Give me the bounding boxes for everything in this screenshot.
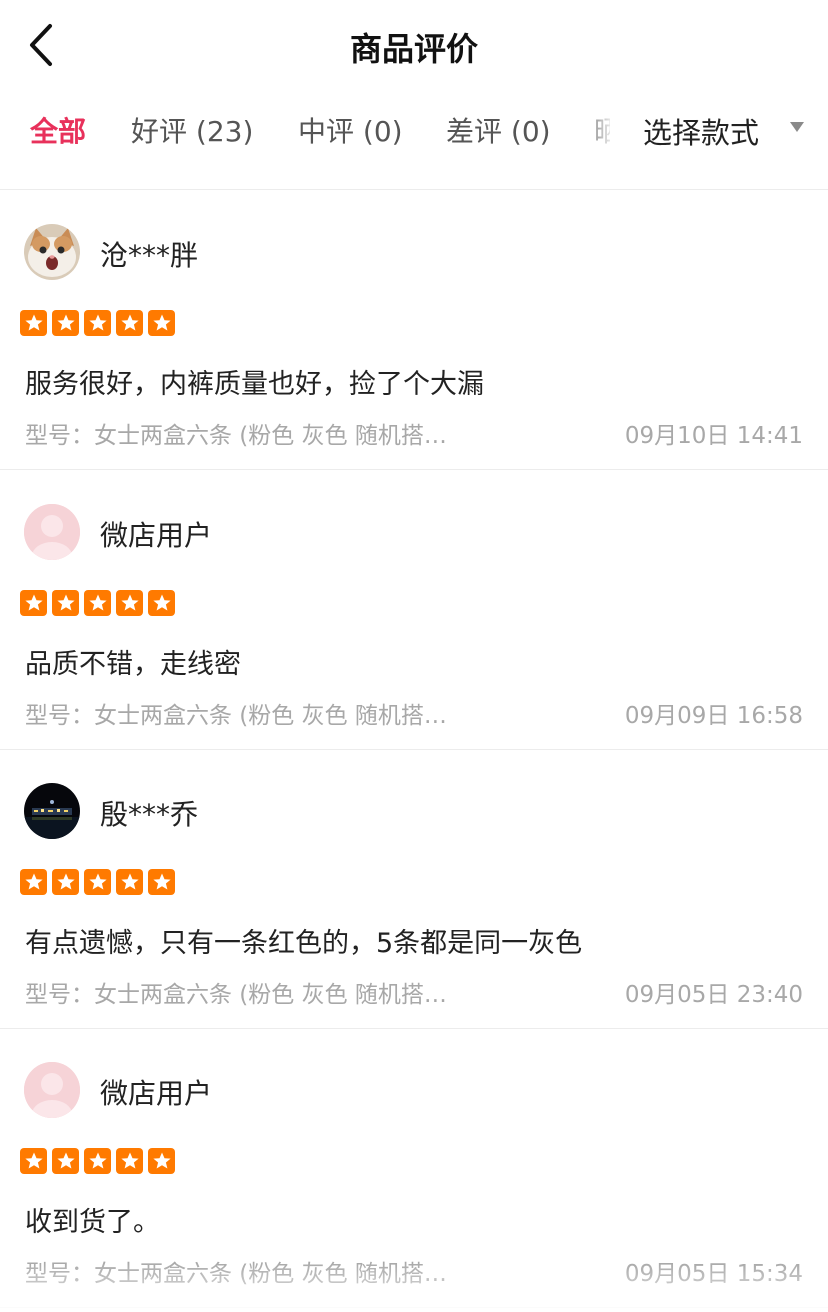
caret-down-icon xyxy=(790,122,804,132)
star-icon xyxy=(20,310,47,336)
star-icon xyxy=(116,310,143,336)
product-spec: 型号：女士两盒六条 (粉色 灰色 随机搭… xyxy=(25,423,447,449)
star-rating xyxy=(20,590,175,616)
review-time: 09月09日 16:58 xyxy=(624,703,803,729)
review-filter-tabs: 全部 好评 (23) 中评 (0) 差评 (0) 晒 选择款式 xyxy=(0,90,828,190)
review-time: 09月05日 15:34 xyxy=(624,1261,803,1287)
star-icon xyxy=(52,869,79,895)
star-icon xyxy=(84,1148,111,1174)
star-icon xyxy=(148,869,175,895)
user-name: 沧***胖 xyxy=(100,239,199,272)
style-select-dropdown[interactable]: 选择款式 xyxy=(610,90,828,189)
review-text: 收到货了。 xyxy=(25,1207,160,1238)
review-text: 有点遗憾，只有一条红色的，5条都是同一灰色 xyxy=(25,928,583,959)
review-item: 微店用户 品质不错，走线密 型号：女士两盒六条 (粉色 灰色 随机搭… 09月0… xyxy=(0,470,828,750)
star-rating xyxy=(20,1148,175,1174)
review-time: 09月10日 14:41 xyxy=(624,423,803,449)
tab-negative[interactable]: 差评 (0) xyxy=(446,110,551,150)
star-rating xyxy=(20,310,175,336)
star-icon xyxy=(84,310,111,336)
star-icon xyxy=(84,590,111,616)
star-rating xyxy=(20,869,175,895)
review-item: 沧***胖 服务很好，内裤质量也好，捡了个大漏 型号：女士两盒六条 (粉色 灰色… xyxy=(0,190,828,470)
star-icon xyxy=(116,1148,143,1174)
star-icon xyxy=(52,590,79,616)
star-icon xyxy=(20,1148,47,1174)
tab-neutral[interactable]: 中评 (0) xyxy=(298,110,403,150)
cat-avatar[interactable] xyxy=(24,224,80,280)
product-spec: 型号：女士两盒六条 (粉色 灰色 随机搭… xyxy=(25,982,447,1008)
product-spec: 型号：女士两盒六条 (粉色 灰色 随机搭… xyxy=(25,703,447,729)
star-icon xyxy=(52,310,79,336)
star-icon xyxy=(116,869,143,895)
star-icon xyxy=(84,869,111,895)
night-city-avatar[interactable] xyxy=(24,783,80,839)
star-icon xyxy=(52,1148,79,1174)
product-spec: 型号：女士两盒六条 (粉色 灰色 随机搭… xyxy=(25,1261,447,1287)
star-icon xyxy=(116,590,143,616)
star-icon xyxy=(20,869,47,895)
review-item: 殷***乔 有点遗憾，只有一条红色的，5条都是同一灰色 型号：女士两盒六条 (粉… xyxy=(0,749,828,1029)
star-icon xyxy=(20,590,47,616)
review-item: 微店用户 收到货了。 型号：女士两盒六条 (粉色 灰色 随机搭… 09月05日 … xyxy=(0,1028,828,1308)
tab-positive[interactable]: 好评 (23) xyxy=(131,110,253,150)
default-avatar[interactable] xyxy=(24,1062,80,1118)
nav-header: 商品评价 xyxy=(0,0,828,90)
user-name: 微店用户 xyxy=(100,1077,213,1110)
page-title: 商品评价 xyxy=(349,30,478,68)
style-select-label: 选择款式 xyxy=(643,116,760,150)
star-icon xyxy=(148,1148,175,1174)
review-text: 品质不错，走线密 xyxy=(25,649,241,680)
tab-all[interactable]: 全部 xyxy=(30,110,86,150)
review-text: 服务很好，内裤质量也好，捡了个大漏 xyxy=(25,369,484,400)
user-name: 殷***乔 xyxy=(100,798,199,831)
star-icon xyxy=(148,590,175,616)
review-time: 09月05日 23:40 xyxy=(624,982,803,1008)
user-name: 微店用户 xyxy=(100,519,213,552)
default-avatar[interactable] xyxy=(24,504,80,560)
star-icon xyxy=(148,310,175,336)
